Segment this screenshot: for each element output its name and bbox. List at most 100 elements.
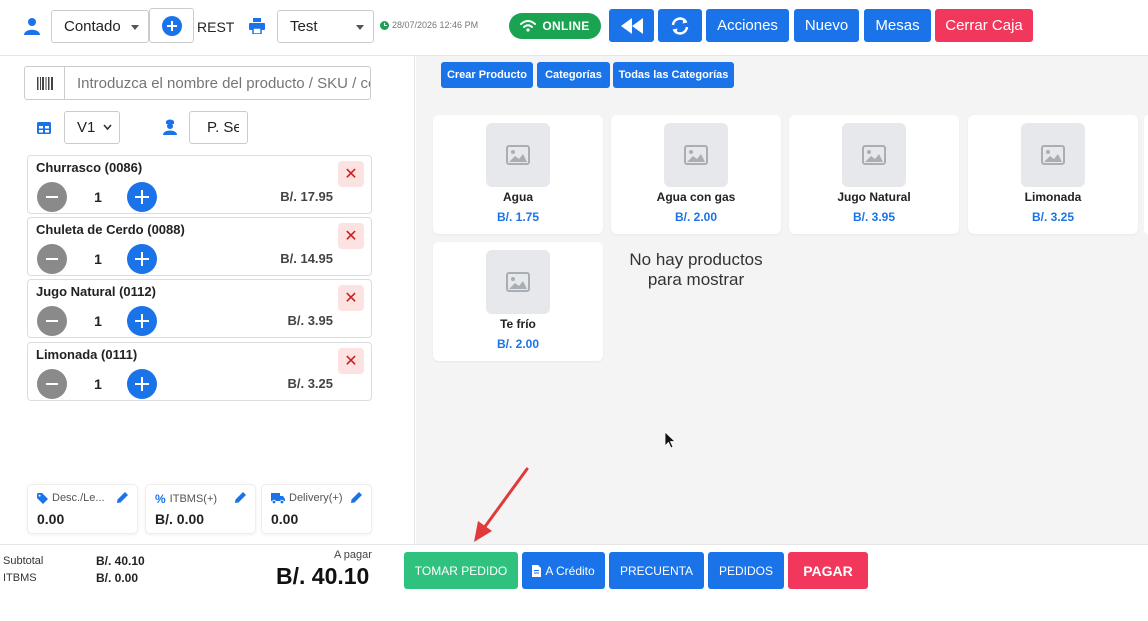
a-credito-button[interactable]: A Crédito bbox=[522, 552, 605, 589]
acciones-button[interactable]: Acciones bbox=[706, 9, 789, 42]
image-placeholder-icon bbox=[486, 123, 550, 187]
product-card[interactable]: Te frío B/. 2.00 bbox=[433, 242, 603, 361]
printer-icon[interactable] bbox=[249, 18, 265, 34]
payment-type-value: Contado bbox=[64, 18, 121, 35]
add-client-button[interactable] bbox=[149, 8, 194, 43]
cart-item-price: B/. 3.25 bbox=[287, 376, 333, 391]
cart-item-name: Chuleta de Cerdo (0088) bbox=[36, 222, 185, 237]
create-product-button[interactable]: Crear Producto bbox=[441, 62, 533, 88]
product-card[interactable]: Limonada B/. 3.25 bbox=[968, 115, 1138, 234]
cart-item-name: Jugo Natural (0112) bbox=[36, 284, 156, 299]
image-icon bbox=[1041, 145, 1065, 165]
product-card-partial bbox=[1144, 115, 1148, 234]
nuevo-button[interactable]: Nuevo bbox=[794, 9, 859, 42]
mesas-button[interactable]: Mesas bbox=[864, 9, 931, 42]
printer-value: Test bbox=[290, 18, 318, 35]
product-card[interactable]: Jugo Natural B/. 3.95 bbox=[789, 115, 959, 234]
chevron-down-icon bbox=[103, 124, 112, 131]
remove-item-button[interactable]: ✕ bbox=[338, 348, 364, 374]
cart-item-price: B/. 14.95 bbox=[280, 251, 333, 266]
delivery-label-wrap: Delivery(+) bbox=[271, 492, 342, 504]
cart-item-qty: 1 bbox=[94, 313, 102, 329]
cerrar-caja-button[interactable]: Cerrar Caja bbox=[935, 9, 1033, 42]
remove-item-button[interactable]: ✕ bbox=[338, 223, 364, 249]
product-price: B/. 1.75 bbox=[496, 210, 540, 224]
bottom-bar: Subtotal B/. 40.10 ITBMS B/. 0.00 A paga… bbox=[0, 544, 1148, 621]
product-price: B/. 3.95 bbox=[852, 210, 896, 224]
decrease-qty-button[interactable] bbox=[37, 182, 67, 212]
product-search bbox=[24, 66, 371, 100]
discount-box: Desc./Le... 0.00 bbox=[27, 484, 138, 534]
printer-select[interactable]: Test bbox=[277, 10, 374, 43]
cart-item-price: B/. 17.95 bbox=[280, 189, 333, 204]
image-icon bbox=[506, 272, 530, 292]
barcode-button[interactable] bbox=[25, 67, 65, 99]
image-icon bbox=[506, 145, 530, 165]
itbms-total-label: ITBMS bbox=[3, 572, 37, 584]
increase-qty-button[interactable] bbox=[127, 369, 157, 399]
table-icon bbox=[37, 122, 51, 134]
cart-item: Jugo Natural (0112) 1 B/. 3.95 ✕ bbox=[27, 279, 372, 338]
close-icon: ✕ bbox=[344, 166, 358, 183]
back-button[interactable] bbox=[609, 9, 654, 42]
subtotal-value: B/. 40.10 bbox=[96, 554, 145, 568]
categories-button[interactable]: Categorías bbox=[537, 62, 610, 88]
pencil-icon[interactable] bbox=[117, 492, 128, 503]
delivery-value: 0.00 bbox=[271, 511, 299, 527]
decrease-qty-button[interactable] bbox=[37, 306, 67, 336]
pedidos-button[interactable]: PEDIDOS bbox=[708, 552, 784, 589]
product-card[interactable]: Agua con gas B/. 2.00 bbox=[611, 115, 781, 234]
top-bar: Contado REST Test 28/07/2026 12:46 PM ON… bbox=[0, 0, 1148, 56]
cart-item: Churrasco (0086) 1 B/. 17.95 ✕ bbox=[27, 155, 372, 214]
datetime-display: 28/07/2026 12:46 PM bbox=[380, 20, 478, 30]
cart-item-price: B/. 3.95 bbox=[287, 313, 333, 328]
delivery-label: Delivery(+) bbox=[289, 492, 343, 504]
mouse-cursor-icon bbox=[665, 432, 676, 449]
cart-item-qty: 1 bbox=[94, 251, 102, 267]
increase-qty-button[interactable] bbox=[127, 182, 157, 212]
pencil-icon[interactable] bbox=[351, 492, 362, 503]
image-placeholder-icon bbox=[1021, 123, 1085, 187]
product-card[interactable]: Agua B/. 1.75 bbox=[433, 115, 603, 234]
online-label: ONLINE bbox=[542, 19, 590, 33]
product-name: Agua bbox=[503, 190, 533, 204]
product-search-input[interactable] bbox=[65, 67, 370, 99]
delivery-box: Delivery(+) 0.00 bbox=[261, 484, 372, 534]
payment-type-select[interactable]: Contado bbox=[51, 10, 149, 43]
tomar-pedido-button[interactable]: TOMAR PEDIDO bbox=[404, 552, 518, 589]
a-credito-label: A Crédito bbox=[545, 563, 595, 578]
close-icon: ✕ bbox=[344, 353, 358, 370]
price-list-value: P. Se bbox=[207, 119, 239, 136]
to-pay-label: A pagar bbox=[334, 549, 372, 561]
user-icon[interactable] bbox=[24, 17, 40, 35]
mode-label: REST bbox=[197, 19, 235, 35]
decrease-qty-button[interactable] bbox=[37, 369, 67, 399]
cart-item-qty: 1 bbox=[94, 189, 102, 205]
precuenta-button[interactable]: PRECUENTA bbox=[609, 552, 704, 589]
chevron-down-icon bbox=[356, 25, 364, 30]
version-select[interactable]: V1 bbox=[64, 111, 120, 144]
itbms-total-value: B/. 0.00 bbox=[96, 571, 139, 585]
remove-item-button[interactable]: ✕ bbox=[338, 285, 364, 311]
chevron-down-icon bbox=[131, 25, 139, 30]
pencil-icon[interactable] bbox=[235, 492, 246, 503]
price-list-select[interactable]: P. Se bbox=[189, 111, 248, 144]
annotation-arrow-icon bbox=[474, 467, 529, 542]
product-name: Limonada bbox=[1024, 190, 1082, 204]
increase-qty-button[interactable] bbox=[127, 306, 157, 336]
refresh-button[interactable] bbox=[658, 9, 702, 42]
remove-item-button[interactable]: ✕ bbox=[338, 161, 364, 187]
truck-icon bbox=[271, 492, 285, 504]
increase-qty-button[interactable] bbox=[127, 244, 157, 274]
close-icon: ✕ bbox=[344, 290, 358, 307]
product-name: Agua con gas bbox=[656, 190, 736, 204]
online-status-badge: ONLINE bbox=[509, 13, 601, 39]
clock-icon bbox=[380, 20, 389, 30]
decrease-qty-button[interactable] bbox=[37, 244, 67, 274]
image-placeholder-icon bbox=[664, 123, 728, 187]
barcode-icon bbox=[36, 76, 53, 90]
cart-item: Chuleta de Cerdo (0088) 1 B/. 14.95 ✕ bbox=[27, 217, 372, 276]
all-categories-button[interactable]: Todas las Categorías bbox=[613, 62, 734, 88]
pagar-button[interactable]: PAGAR bbox=[788, 552, 868, 589]
product-name: Te frío bbox=[500, 317, 536, 331]
